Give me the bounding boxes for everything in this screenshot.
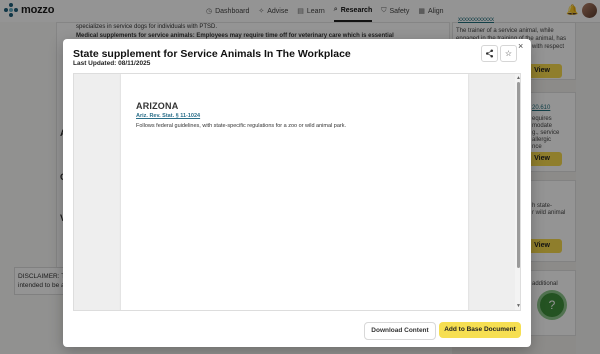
scrollbar-thumb[interactable]	[517, 82, 520, 268]
download-content-button[interactable]: Download Content	[364, 322, 436, 340]
scroll-down-icon[interactable]: ▼	[516, 303, 520, 309]
document-viewer[interactable]: ARIZONA Ariz. Rev. Stat. § 11-1024 Follo…	[73, 73, 521, 311]
close-icon[interactable]: ×	[518, 41, 523, 51]
add-to-base-document-button[interactable]: Add to Base Document	[439, 322, 521, 338]
share-button[interactable]	[481, 45, 498, 62]
modal-title: State supplement for Service Animals In …	[73, 48, 351, 60]
favorite-button[interactable]: ☆	[500, 45, 517, 62]
statute-link[interactable]: Ariz. Rev. Stat. § 11-1024	[136, 113, 200, 119]
scroll-up-icon[interactable]: ▲	[516, 75, 520, 81]
document-page: ARIZONA Ariz. Rev. Stat. § 11-1024 Follo…	[121, 74, 468, 310]
last-updated: Last Updated: 08/11/2025	[73, 60, 151, 67]
star-icon: ☆	[504, 49, 513, 58]
statute-description: Follows federal guidelines, with state-s…	[136, 123, 347, 129]
state-heading: ARIZONA	[136, 101, 179, 111]
state-supplement-modal: State supplement for Service Animals In …	[63, 39, 531, 347]
share-icon	[485, 49, 494, 58]
